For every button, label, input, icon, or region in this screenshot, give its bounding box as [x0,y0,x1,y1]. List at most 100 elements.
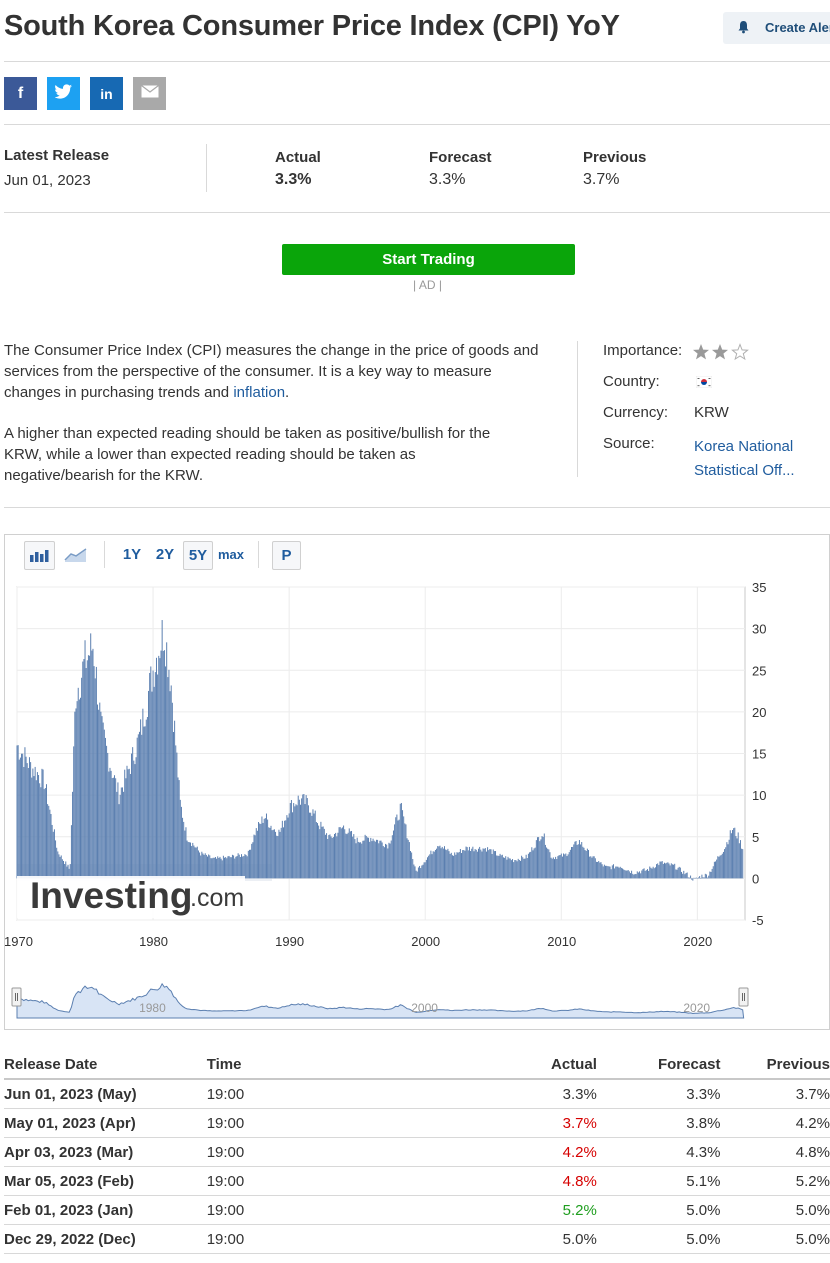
chart-bar[interactable] [413,864,415,879]
chart-bar[interactable] [686,872,688,879]
chart-bar[interactable] [573,844,575,879]
chart-bar[interactable] [129,773,131,879]
chart-bar[interactable] [265,813,267,879]
chart-bar[interactable] [189,842,191,879]
chart-bar[interactable] [687,877,689,879]
chart-bar[interactable] [715,861,717,879]
chart-bar[interactable] [357,841,359,879]
chart-bar[interactable] [690,875,692,879]
chart-bar[interactable] [701,874,703,879]
chart-bar[interactable] [171,702,173,879]
chart-bar[interactable] [114,775,116,879]
chart-bar[interactable] [86,660,88,879]
chart-bar[interactable] [245,854,247,879]
chart-bar[interactable] [121,787,123,879]
chart-bar[interactable] [439,845,441,879]
chart-bar[interactable] [110,770,112,879]
chart-bar[interactable] [369,841,371,879]
chart-bar[interactable] [540,839,542,879]
chart-bar[interactable] [222,855,224,879]
chart-bar[interactable] [163,650,165,879]
chart-bar[interactable] [316,823,318,879]
chart-bar[interactable] [264,818,266,879]
chart-bar[interactable] [25,756,27,879]
chart-bar[interactable] [364,834,366,879]
chart-bar[interactable] [261,816,263,879]
chart-bar[interactable] [451,855,453,879]
chart-bar[interactable] [659,861,661,879]
chart-bar[interactable] [349,831,351,879]
chart-bar[interactable] [547,848,549,879]
chart-bar[interactable] [104,737,106,879]
chart-bar[interactable] [728,839,730,879]
chart-bar[interactable] [422,864,424,879]
bar-chart-button[interactable] [24,541,55,570]
chart-bar[interactable] [560,853,562,879]
chart-bar[interactable] [100,711,102,879]
chart-bar[interactable] [47,804,49,879]
chart-bar[interactable] [620,867,622,879]
chart-bar[interactable] [696,878,698,879]
chart-bar[interactable] [610,869,612,879]
chart-bar[interactable] [174,720,176,879]
chart-bar[interactable] [338,827,340,879]
chart-bar[interactable] [149,672,151,879]
chart-bar[interactable] [363,840,365,879]
twitter-share-button[interactable] [47,77,80,110]
chart-bar[interactable] [684,874,686,879]
chart-bar[interactable] [699,876,701,879]
chart-bar[interactable] [483,848,485,879]
chart-bar[interactable] [23,766,25,879]
chart-bar[interactable] [500,855,502,879]
chart-bar[interactable] [660,861,662,879]
chart-bar[interactable] [150,666,152,879]
chart-bar[interactable] [618,867,620,879]
chart-bar[interactable] [387,848,389,879]
chart-bar[interactable] [21,753,23,879]
chart-bar[interactable] [311,815,313,879]
chart-bar[interactable] [467,850,469,879]
chart-bar[interactable] [24,747,26,879]
chart-bar[interactable] [319,829,321,879]
chart-bar[interactable] [220,858,222,879]
chart-bar[interactable] [591,857,593,879]
chart-bar[interactable] [123,791,125,879]
chart-bar[interactable] [255,828,257,879]
chart-bar[interactable] [214,857,216,879]
chart-bar[interactable] [397,820,399,879]
chart-bar[interactable] [237,853,239,879]
chart-bar[interactable] [377,839,379,879]
chart-bar[interactable] [694,878,696,879]
chart-bar[interactable] [340,828,342,879]
chart-bar[interactable] [617,866,619,879]
chart-bar[interactable] [84,640,86,879]
chart-bar[interactable] [344,829,346,879]
chart-bar[interactable] [721,853,723,879]
chart-bar[interactable] [305,795,307,879]
chart-bar[interactable] [339,827,341,879]
chart-bar[interactable] [496,855,498,879]
chart-bar[interactable] [231,854,233,879]
release-date-header[interactable]: Release Date [4,1050,207,1080]
chart-bar[interactable] [713,861,715,879]
chart-bar[interactable] [569,849,571,879]
chart-bar[interactable] [438,846,440,879]
chart-bar[interactable] [243,856,245,879]
chart-bar[interactable] [663,862,665,879]
chart-bar[interactable] [191,846,193,879]
chart-bar[interactable] [646,869,648,879]
chart-bar[interactable] [32,768,34,879]
chart-bar[interactable] [682,873,684,879]
chart-bar[interactable] [80,697,82,879]
chart-bar[interactable] [532,850,534,879]
chart-bar[interactable] [135,757,137,879]
chart-bar[interactable] [629,873,631,879]
chart-bar[interactable] [729,830,731,879]
chart-bar[interactable] [396,814,398,879]
chart-bar[interactable] [549,852,551,879]
chart-bar[interactable] [470,851,472,879]
chart-bar[interactable] [42,769,44,879]
chart-bar[interactable] [739,840,741,879]
facebook-share-button[interactable]: f [4,77,37,110]
chart-bar[interactable] [208,854,210,879]
